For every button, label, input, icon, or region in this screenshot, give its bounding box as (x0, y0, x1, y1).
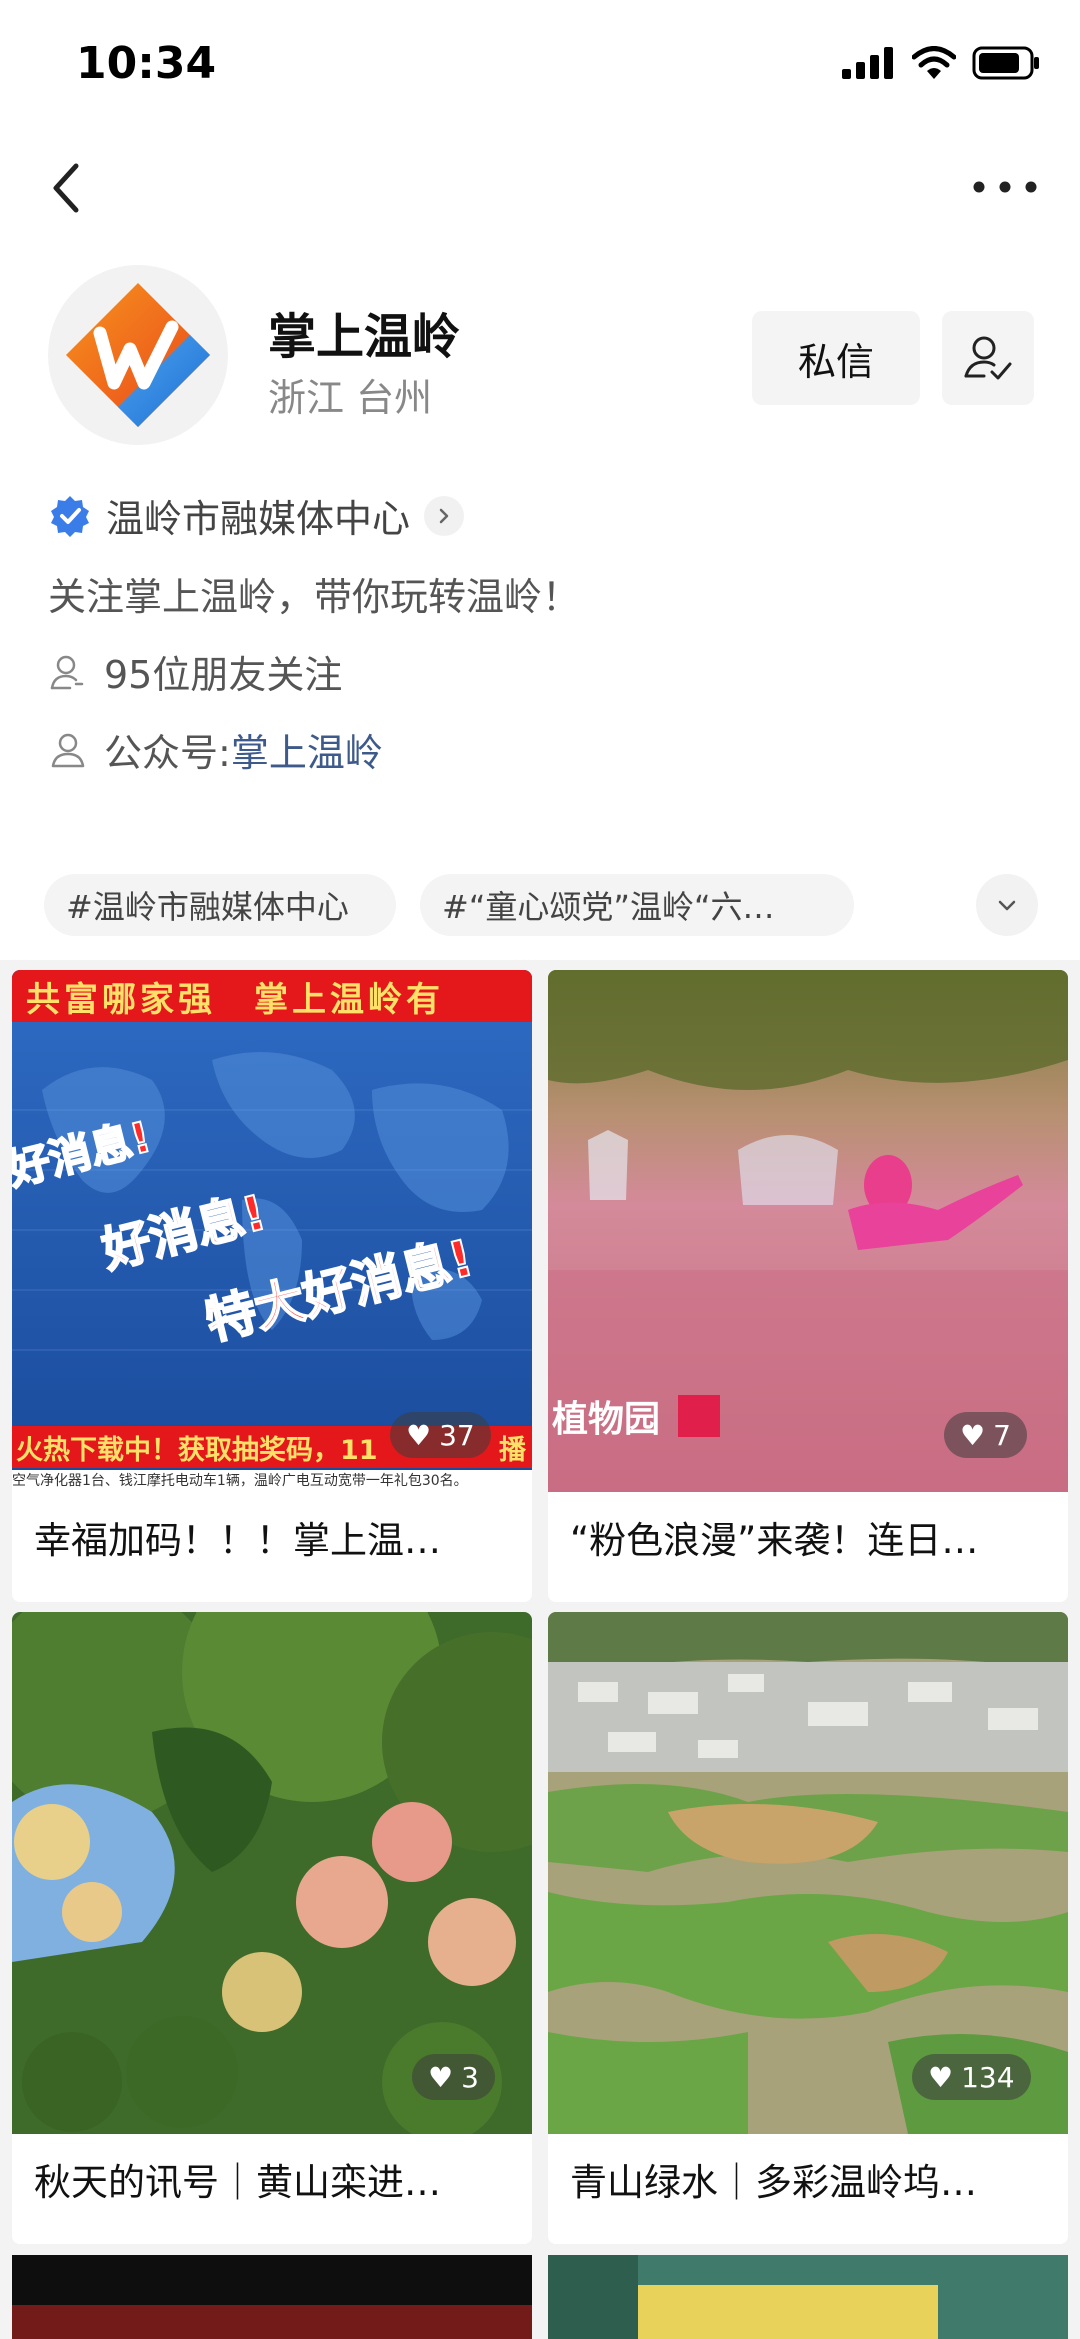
verified-org-row[interactable]: 温岭市融媒体中心 (48, 488, 465, 543)
topic-tags: #温岭市融媒体中心 #“童心颂党”温岭“六… (44, 874, 1044, 938)
partial-thumbnail (12, 2255, 532, 2339)
verified-org-chevron (424, 495, 465, 536)
profile-location: 浙江 台州 (268, 376, 433, 420)
nav-bar (0, 150, 1080, 230)
bio: 关注掌上温岭，带你玩转温岭！ (48, 566, 580, 621)
heart-icon: ♥ (406, 1418, 432, 1452)
user-icon (50, 655, 84, 689)
like-count: 37 (439, 1418, 475, 1452)
back-button[interactable] (40, 158, 100, 218)
banner-bottom-text: 火热下载中！获取抽奖码，11 (16, 1434, 378, 1466)
friends-follow-row[interactable]: 95位朋友关注 (48, 644, 342, 699)
friends-follow-text: 95位朋友关注 (104, 653, 343, 697)
feed-card[interactable]: 植物园 ♥ 7 “粉色浪漫”来袭！连日… (548, 970, 1068, 1602)
profile-name: 掌上温岭 (268, 309, 461, 365)
heart-icon: ♥ (960, 1418, 986, 1452)
photo-caption: 植物园 (552, 1390, 721, 1442)
wifi-icon (912, 46, 956, 79)
avatar[interactable] (48, 265, 228, 445)
banner-top: 共富哪家强 掌上温岭有 (12, 970, 532, 1022)
signal-icon (842, 47, 893, 79)
card-thumbnail: 植物园 ♥ 7 (548, 970, 1068, 1492)
heart-icon: ♥ (428, 2060, 454, 2094)
card-title: 青山绿水｜多彩温岭坞… (570, 2161, 977, 2204)
banner-bottom-extra: 播 (499, 1434, 526, 1466)
partial-thumbnail (548, 2255, 1068, 2339)
banner-top-text: 共富哪家强 掌上温岭有 (26, 979, 444, 1020)
user-check-icon (964, 336, 1012, 380)
official-account-label: 公众号: (104, 731, 231, 775)
person-icon (51, 733, 85, 767)
prize-line: 空气净化器1台、钱江摩托电动车1辆，温岭广电互动宽带一年礼包30名。 (12, 1470, 532, 1492)
heart-icon: ♥ (928, 2060, 954, 2094)
status-time: 10:34 (76, 38, 217, 89)
like-count-badge: ♥ 134 (912, 2054, 1031, 2100)
more-options-icon[interactable] (970, 172, 1040, 202)
caption-red-square (678, 1395, 721, 1437)
official-account-row[interactable]: 公众号: 掌上温岭 (48, 722, 383, 777)
card-title: “粉色浪漫”来袭！连日… (570, 1519, 979, 1562)
feed-card[interactable]: ♥ 134 青山绿水｜多彩温岭坞… (548, 1612, 1068, 2244)
like-count: 3 (461, 2060, 479, 2094)
card-thumbnail: 共富哪家强 掌上温岭有 好消息! 好消息! 特大好消息! 火热下载中！获取抽奖码… (12, 970, 532, 1492)
logo-icon (66, 283, 210, 427)
battery-icon (972, 46, 1039, 80)
profile-header: 掌上温岭 浙江 台州 私信 (0, 265, 1080, 445)
like-count-badge: ♥ 3 (412, 2054, 495, 2100)
feed-card-partial[interactable] (548, 2255, 1068, 2339)
like-count: 7 (993, 1418, 1011, 1452)
official-account-link[interactable]: 掌上温岭 (231, 722, 383, 777)
topic-tag[interactable]: #温岭市融媒体中心 (44, 874, 396, 936)
message-button[interactable]: 私信 (752, 311, 920, 405)
chevron-down-icon (998, 900, 1016, 911)
tags-expand-button[interactable] (976, 874, 1038, 936)
chevron-right-icon (439, 508, 449, 523)
follow-button[interactable] (942, 311, 1034, 405)
like-count-badge: ♥ 37 (390, 1412, 491, 1458)
like-count: 134 (961, 2060, 1015, 2094)
status-bar: 10:34 (0, 0, 1080, 130)
feed-card[interactable]: ♥ 3 秋天的讯号｜黄山栾进… (12, 1612, 532, 2244)
like-count-badge: ♥ 7 (944, 1412, 1027, 1458)
feed-card-partial[interactable] (12, 2255, 532, 2339)
bio-text: 关注掌上温岭，带你玩转温岭！ (48, 575, 581, 619)
card-title: 秋天的讯号｜黄山栾进… (34, 2161, 441, 2204)
status-icons (842, 46, 1042, 80)
photo-caption-text: 植物园 (552, 1399, 661, 1440)
verified-badge-icon (51, 495, 89, 537)
card-title: 幸福加码！！！掌上温… (34, 1519, 441, 1562)
card-thumbnail: ♥ 134 (548, 1612, 1068, 2134)
verified-org-label: 温岭市融媒体中心 (106, 497, 411, 541)
topic-tag[interactable]: #“童心颂党”温岭“六… (420, 874, 854, 936)
feed-card[interactable]: 共富哪家强 掌上温岭有 好消息! 好消息! 特大好消息! 火热下载中！获取抽奖码… (12, 970, 532, 1602)
card-thumbnail: ♥ 3 (12, 1612, 532, 2134)
